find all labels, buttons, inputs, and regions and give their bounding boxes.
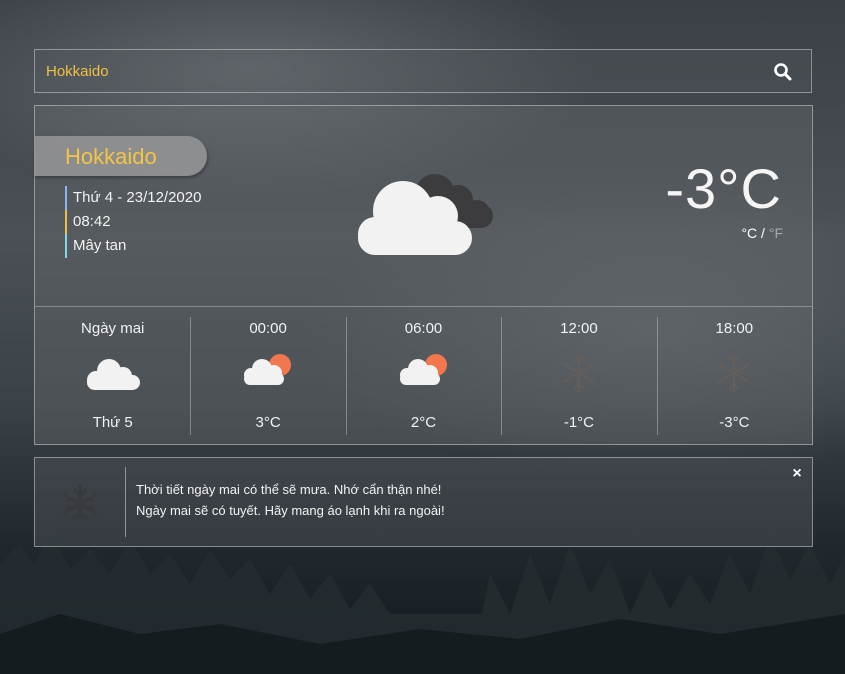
- sun-cloud-rain-icon: [244, 354, 292, 393]
- forecast-row: Ngày mai Thứ 5 00:00 3°C 06:00 2°C 12:00…: [35, 307, 812, 445]
- time-text: 08:42: [65, 210, 201, 234]
- city-tab: Hokkaido: [34, 136, 207, 176]
- alert-message: Thời tiết ngày mai có thể sẽ mưa. Nhớ cẩ…: [136, 482, 442, 497]
- forecast-label: 00:00: [249, 320, 287, 337]
- search-input[interactable]: [35, 50, 755, 92]
- sun-cloud-rain-icon: [399, 354, 447, 393]
- alert-divider: [125, 467, 126, 537]
- forecast-value: Thứ 5: [92, 414, 133, 431]
- forecast-value: -1°C: [563, 414, 594, 431]
- search-bar: [34, 49, 812, 93]
- forecast-value: 3°C: [255, 414, 281, 431]
- description-text: Mây tan: [65, 234, 201, 258]
- forecast-value: -3°C: [719, 414, 750, 431]
- cloud-icon: [86, 359, 140, 390]
- alert-panel: Thời tiết ngày mai có thể sẽ mưa. Nhớ cẩ…: [34, 457, 813, 547]
- snowflake-icon: [62, 484, 98, 524]
- forecast-value: 2°C: [410, 414, 437, 431]
- forecast-item: Ngày mai Thứ 5: [35, 307, 190, 445]
- snowflake-icon: [717, 354, 751, 392]
- current-weather-card: Hokkaido Thứ 4 - 23/12/2020 08:42 Mây ta…: [34, 105, 813, 445]
- forecast-label: 06:00: [404, 320, 443, 337]
- weather-info: Thứ 4 - 23/12/2020 08:42 Mây tan: [65, 186, 201, 258]
- unit-separator: /: [757, 225, 769, 241]
- fahrenheit-toggle[interactable]: °F: [769, 225, 783, 241]
- forecast-label: 12:00: [560, 320, 598, 337]
- forecast-item: 18:00 -3°C: [656, 307, 812, 445]
- date-text: Thứ 4 - 23/12/2020: [65, 186, 201, 210]
- city-name: Hokkaido: [65, 144, 157, 169]
- alert-message: Ngày mai sẽ có tuyết. Hãy mang áo lạnh k…: [136, 503, 445, 518]
- forecast-item: 00:00 3°C: [190, 307, 345, 445]
- alert-messages: Thời tiết ngày mai có thể sẽ mưa. Nhớ cẩ…: [136, 479, 445, 521]
- celsius-toggle[interactable]: °C: [741, 225, 757, 241]
- search-icon[interactable]: [773, 62, 793, 82]
- close-icon[interactable]: ×: [790, 466, 804, 482]
- forecast-label: Ngày mai: [81, 320, 145, 337]
- forecast-label: 18:00: [715, 320, 754, 337]
- snowflake-icon: [562, 354, 596, 392]
- forecast-item: 06:00 2°C: [345, 307, 501, 445]
- forecast-item: 12:00 -1°C: [501, 307, 656, 445]
- unit-toggle: °C / °F: [741, 225, 783, 241]
- clouds-icon: [358, 174, 493, 255]
- current-temperature: -3°C: [665, 157, 782, 220]
